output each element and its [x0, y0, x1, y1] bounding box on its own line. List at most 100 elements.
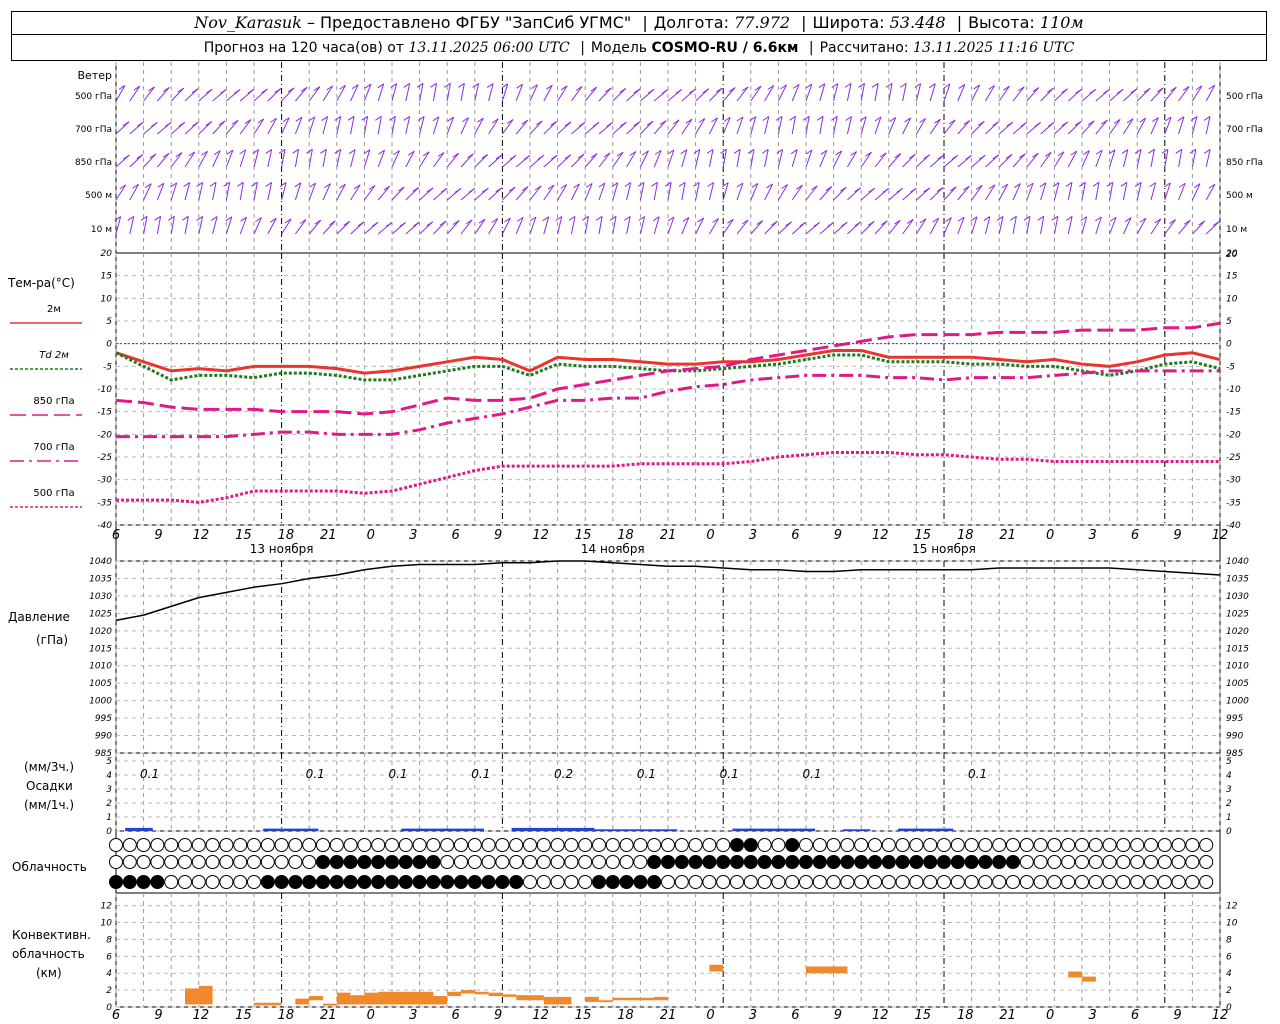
cloud-cover-symbol	[868, 838, 882, 852]
temp-tick-right: -5	[1226, 362, 1235, 372]
cloud-cover-symbol	[619, 875, 634, 889]
pressure-tick: 1025	[89, 609, 112, 619]
cloud-cover-symbol	[302, 838, 317, 852]
cloud-cover-symbol	[619, 855, 634, 869]
hour-tick-label: 0	[1046, 528, 1054, 543]
precip-bar	[898, 828, 954, 831]
cloud-cover-symbol	[178, 838, 192, 852]
wind-barb	[253, 118, 265, 135]
wind-barb	[446, 83, 451, 102]
cloud-cover-symbol	[122, 855, 137, 869]
cloud-cover-symbol	[978, 875, 993, 889]
cloud-cover-symbol	[1185, 838, 1200, 852]
hour-tick-label: 6	[452, 528, 460, 543]
cloud-cover-symbol	[578, 875, 593, 889]
wind-barb	[653, 120, 667, 135]
conv-cloud-bar	[185, 988, 199, 1005]
wind-barb	[137, 121, 144, 127]
wind-barb	[1081, 182, 1086, 201]
precip-value-label: 0.1	[968, 767, 987, 781]
hour-tick-label: 12	[532, 1008, 549, 1023]
conv-tick-right: 10	[1226, 919, 1238, 929]
cloud-cover-symbol	[1144, 875, 1158, 889]
wind-barb	[440, 187, 448, 193]
hour-tick-label: 9	[494, 528, 502, 543]
cloud-cover-symbol	[274, 875, 289, 889]
cloud-cover-symbol	[454, 838, 468, 852]
cloud-cover-symbol	[398, 875, 413, 889]
wind-barb	[937, 154, 945, 160]
wind-barb	[391, 186, 405, 201]
hour-tick-label: 18	[278, 528, 295, 543]
cloud-cover-symbol	[992, 855, 1007, 869]
cloud-cover-symbol	[743, 855, 758, 869]
cloud-cover-symbol	[812, 875, 827, 889]
conv-tick: 2	[106, 986, 112, 996]
cloud-cover-symbol	[440, 855, 455, 869]
temp-tick-right: 15	[1226, 272, 1238, 282]
pressure-tick-right: 1015	[1226, 644, 1249, 654]
conv-cloud-bar	[350, 995, 365, 1005]
wind-barb	[206, 88, 213, 94]
temp-tick-right: 10	[1226, 294, 1238, 304]
cloud-cover-symbol	[702, 855, 717, 869]
hour-tick-label: 15	[914, 1008, 931, 1023]
pressure-tick-right: 1030	[1226, 592, 1249, 602]
wind-barb	[1081, 120, 1095, 135]
cloud-cover-symbol	[978, 855, 993, 869]
wind-barb	[882, 187, 890, 193]
wind-barb	[419, 151, 430, 168]
cloud-cover-symbol	[578, 838, 593, 852]
cloud-cover-symbol	[260, 855, 275, 869]
cloud-cover-symbol	[122, 838, 137, 852]
temp-tick: -30	[97, 476, 112, 486]
hour-tick-label: 12	[532, 528, 549, 543]
wind-level-label-right: 500 м	[1226, 191, 1253, 201]
wind-barb	[363, 185, 376, 201]
conv-unit: (км)	[36, 966, 62, 980]
wind-barb	[612, 151, 624, 168]
cloud-cover-symbol	[1047, 855, 1062, 869]
cloud-cover-symbol	[247, 855, 261, 869]
hour-tick-label: 18	[957, 528, 974, 543]
conv-tick: 12	[101, 902, 113, 912]
wind-barb	[626, 151, 637, 168]
conv-cloud-bar	[364, 992, 379, 1005]
cloud-cover-symbol	[205, 855, 220, 869]
conv-cloud-bar	[488, 992, 503, 997]
wind-barb	[385, 222, 393, 227]
cloud-cover-symbol	[1102, 838, 1117, 852]
cloud-cover-symbol	[605, 855, 620, 869]
wind-barb	[1047, 121, 1055, 127]
cloud-cover-symbol	[467, 838, 482, 852]
wind-barb	[1053, 216, 1059, 235]
cloud-cover-symbol	[219, 875, 234, 889]
wind-barb	[860, 151, 872, 168]
cloud-cover-symbol	[826, 838, 841, 852]
wind-barb	[115, 184, 127, 201]
temp-tick-right: -25	[1226, 453, 1241, 463]
wind-barb	[143, 216, 148, 235]
cloud-cover-symbol	[633, 875, 648, 889]
day-label: 14 ноября	[581, 542, 645, 556]
cloud-cover-symbol	[1033, 875, 1048, 889]
cloud-cover-symbol	[661, 855, 675, 869]
wind-barb	[681, 118, 693, 135]
cloud-cover-symbol	[1019, 838, 1034, 852]
conv-tick-right: 8	[1226, 935, 1232, 945]
cloud-cover-symbol	[895, 855, 910, 869]
pressure-title: Давление	[8, 610, 70, 624]
wind-barb	[115, 85, 126, 102]
wind-barb	[1164, 219, 1176, 235]
cloud-cover-symbol	[274, 855, 289, 869]
wind-barb	[350, 116, 355, 135]
wind-barb	[902, 153, 916, 168]
cloud-cover-symbol	[1047, 838, 1062, 852]
conv-tick: 10	[101, 919, 113, 929]
cloud-cover-symbol	[1088, 855, 1103, 869]
cloud-cover-symbol	[302, 875, 317, 889]
wind-barb	[281, 87, 295, 102]
conv-cloud-bar	[447, 991, 461, 997]
wind-barb	[1116, 88, 1124, 94]
hour-tick-label: 3	[409, 1008, 417, 1023]
